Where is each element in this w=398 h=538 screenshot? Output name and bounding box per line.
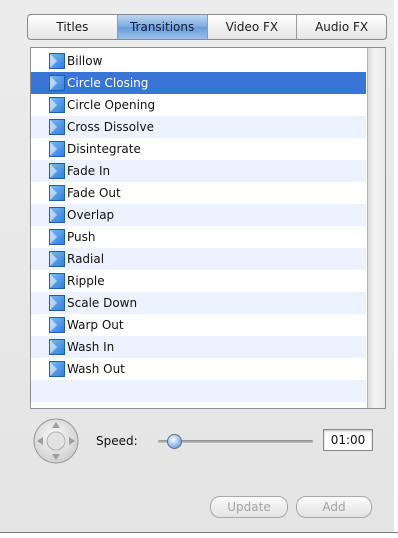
transition-icon [49,185,65,201]
transition-item[interactable]: Cross Dissolve [31,116,366,138]
transition-item[interactable]: Warp Out [31,314,366,336]
transition-item[interactable]: Wash In [31,336,366,358]
speed-slider[interactable] [158,434,313,449]
transition-item[interactable]: Wash Out [31,358,366,380]
transition-item[interactable]: Radial [31,248,366,270]
direction-pad[interactable] [32,417,80,465]
speed-slider-knob[interactable] [166,434,182,449]
transition-icon [49,339,65,355]
transition-item[interactable]: Circle Opening [31,94,366,116]
transition-label: Push [67,230,96,244]
transition-label: Circle Closing [67,76,149,90]
speed-label: Speed: [96,434,138,448]
transition-label: Ripple [67,274,105,288]
update-button[interactable]: Update [210,496,288,518]
transition-label: Overlap [67,208,115,222]
tab-transitions[interactable]: Transitions [117,15,208,39]
transition-label: Fade Out [67,186,121,200]
transition-item[interactable]: Ripple [31,270,366,292]
vertical-scrollbar[interactable] [367,48,385,408]
tab-video-fx[interactable]: Video FX [208,15,298,39]
tab-audio-fx[interactable]: Audio FX [297,15,386,39]
transition-label: Fade In [67,164,111,178]
transition-icon [49,97,65,113]
tab-titles[interactable]: Titles [28,15,118,39]
transition-icon [49,317,65,333]
transition-item[interactable]: Disintegrate [31,138,366,160]
transition-label: Wash Out [67,362,125,376]
direction-pad-icon [33,418,79,464]
transition-item[interactable]: Scale Down [31,292,366,314]
transition-icon [49,251,65,267]
transition-label: Billow [67,54,103,68]
transition-icon [49,207,65,223]
transition-icon [49,229,65,245]
transition-icon [49,295,65,311]
transition-label: Scale Down [67,296,138,310]
transition-label: Cross Dissolve [67,120,154,134]
transition-label: Warp Out [67,318,124,332]
transition-icon [49,141,65,157]
transition-icon [49,361,65,377]
transitions-rows: Billow Circle Closing Circle Opening Cross … [31,50,366,402]
transition-label: Disintegrate [67,142,141,156]
transition-label: Radial [67,252,105,266]
transition-icon [49,119,65,135]
transition-item[interactable]: Circle Closing [31,72,366,94]
transition-item[interactable]: Billow [31,50,366,72]
transitions-panel: Titles Transitions Video FX Audio FX Bil… [0,0,398,532]
right-edge [394,0,398,532]
transition-item[interactable]: Fade In [31,160,366,182]
add-button[interactable]: Add [296,496,372,518]
duration-field[interactable]: 01:00 [323,429,373,451]
transition-item[interactable]: Push [31,226,366,248]
transition-label: Wash In [67,340,115,354]
transition-icon [49,273,65,289]
bottom-divider [0,532,398,538]
transition-item[interactable]: Overlap [31,204,366,226]
segmented-tab-bar: Titles Transitions Video FX Audio FX [27,14,387,40]
transition-item[interactable]: Fade Out [31,182,366,204]
transition-icon [49,75,65,91]
transition-icon [49,163,65,179]
transition-label: Circle Opening [67,98,156,112]
empty-row [31,380,366,402]
transitions-list[interactable]: Billow Circle Closing Circle Opening Cross … [30,47,386,409]
transition-icon [49,53,65,69]
